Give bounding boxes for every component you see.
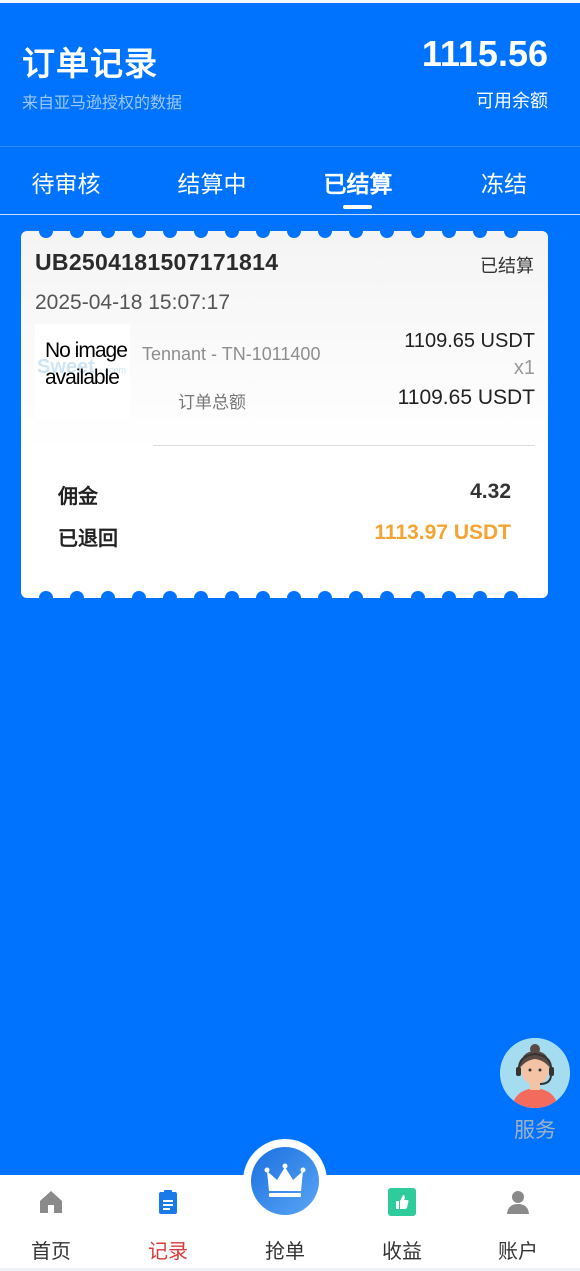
ticket-notch xyxy=(39,591,53,605)
product-quantity: x1 xyxy=(513,357,535,379)
ticket-notch xyxy=(194,224,208,238)
nav-item-account[interactable]: 账户 xyxy=(468,1175,568,1271)
ticket-notch xyxy=(504,591,518,605)
product-name: Tennant - TN-1011400 xyxy=(142,344,321,364)
nav-item-earnings[interactable]: 收益 xyxy=(352,1175,452,1271)
ticket-notch xyxy=(349,224,363,238)
ticket-notch xyxy=(39,224,53,238)
ticket-notch xyxy=(287,591,301,605)
thumbs-up-icon xyxy=(388,1188,416,1216)
ticket-notch xyxy=(225,591,239,605)
user-icon xyxy=(507,1191,529,1214)
home-icon xyxy=(40,1191,62,1213)
product-image: Sweet com No image available xyxy=(35,324,130,419)
card-divider xyxy=(153,445,535,446)
ticket-notch xyxy=(101,591,115,605)
commission-label: 佣金 xyxy=(58,484,98,508)
no-image-text-line1: No image xyxy=(45,339,128,362)
ticket-notch xyxy=(411,591,425,605)
tab-settled[interactable]: 已结算 xyxy=(298,165,418,199)
customer-service-label: 服务 xyxy=(514,1118,556,1142)
ticket-notch xyxy=(318,224,332,238)
ticket-notch xyxy=(349,591,363,605)
ticket-notch xyxy=(380,224,394,238)
product-price: 1109.65 USDT xyxy=(404,330,535,352)
ticket-notch xyxy=(256,591,270,605)
order-total-value: 1109.65 USDT xyxy=(397,386,535,409)
active-tab-indicator xyxy=(343,205,372,209)
nav-label-grab-order: 抢单 xyxy=(265,1239,305,1263)
clipboard-icon xyxy=(159,1190,177,1214)
grab-order-button[interactable] xyxy=(243,1139,327,1223)
page-title: 订单记录 xyxy=(22,44,158,83)
order-status-tabs: 待审核 结算中 已结算 冻结 xyxy=(0,146,580,215)
ticket-notches-top xyxy=(21,224,548,238)
balance-label: 可用余额 xyxy=(476,91,548,112)
nav-item-records[interactable]: 记录 xyxy=(118,1175,218,1271)
order-total-label: 订单总额 xyxy=(178,393,246,413)
ticket-notch xyxy=(380,591,394,605)
ticket-notch xyxy=(194,591,208,605)
ticket-notch xyxy=(442,591,456,605)
balance-amount: 1115.56 xyxy=(421,33,548,74)
page-subtitle: 来自亚马逊授权的数据 xyxy=(22,93,183,112)
ticket-notch xyxy=(132,224,146,238)
nav-label-earnings: 收益 xyxy=(382,1239,422,1263)
page-header: 订单记录 来自亚马逊授权的数据 1115.56 可用余额 xyxy=(0,3,580,146)
ticket-notch xyxy=(411,224,425,238)
customer-service-button[interactable]: 服务 xyxy=(500,1038,572,1142)
returned-value: 1113.97 USDT xyxy=(374,521,511,544)
crown-icon xyxy=(264,1163,306,1197)
ticket-notch xyxy=(318,591,332,605)
tab-frozen[interactable]: 冻结 xyxy=(444,165,564,199)
order-card[interactable]: UB2504181507171814 已结算 2025-04-18 15:07:… xyxy=(21,224,548,605)
returned-label: 已退回 xyxy=(58,526,118,550)
order-status-badge: 已结算 xyxy=(480,256,534,277)
ticket-notch xyxy=(473,591,487,605)
order-number: UB2504181507171814 xyxy=(35,249,279,275)
ticket-notch xyxy=(101,224,115,238)
nav-label-home: 首页 xyxy=(31,1239,71,1263)
ticket-notch xyxy=(287,224,301,238)
ticket-notch xyxy=(163,224,177,238)
ticket-notch xyxy=(225,224,239,238)
ticket-notch xyxy=(256,224,270,238)
ticket-notch xyxy=(163,591,177,605)
ticket-notch xyxy=(70,224,84,238)
no-image-text-line2: available xyxy=(45,366,120,389)
order-datetime: 2025-04-18 15:07:17 xyxy=(35,291,230,314)
ticket-notch xyxy=(132,591,146,605)
ticket-notch xyxy=(504,224,518,238)
tab-pending-review[interactable]: 待审核 xyxy=(6,165,126,199)
nav-label-records: 记录 xyxy=(148,1239,188,1263)
ticket-notches-bottom xyxy=(21,591,548,605)
ticket-notch xyxy=(473,224,487,238)
ticket-notch xyxy=(442,224,456,238)
nav-label-account: 账户 xyxy=(498,1239,538,1263)
nav-item-home[interactable]: 首页 xyxy=(1,1175,101,1271)
commission-value: 4.32 xyxy=(470,480,511,503)
grab-order-button-face xyxy=(251,1147,319,1215)
ticket-notch xyxy=(70,591,84,605)
customer-service-agent-icon xyxy=(500,1038,570,1108)
tab-settling[interactable]: 结算中 xyxy=(152,165,272,199)
